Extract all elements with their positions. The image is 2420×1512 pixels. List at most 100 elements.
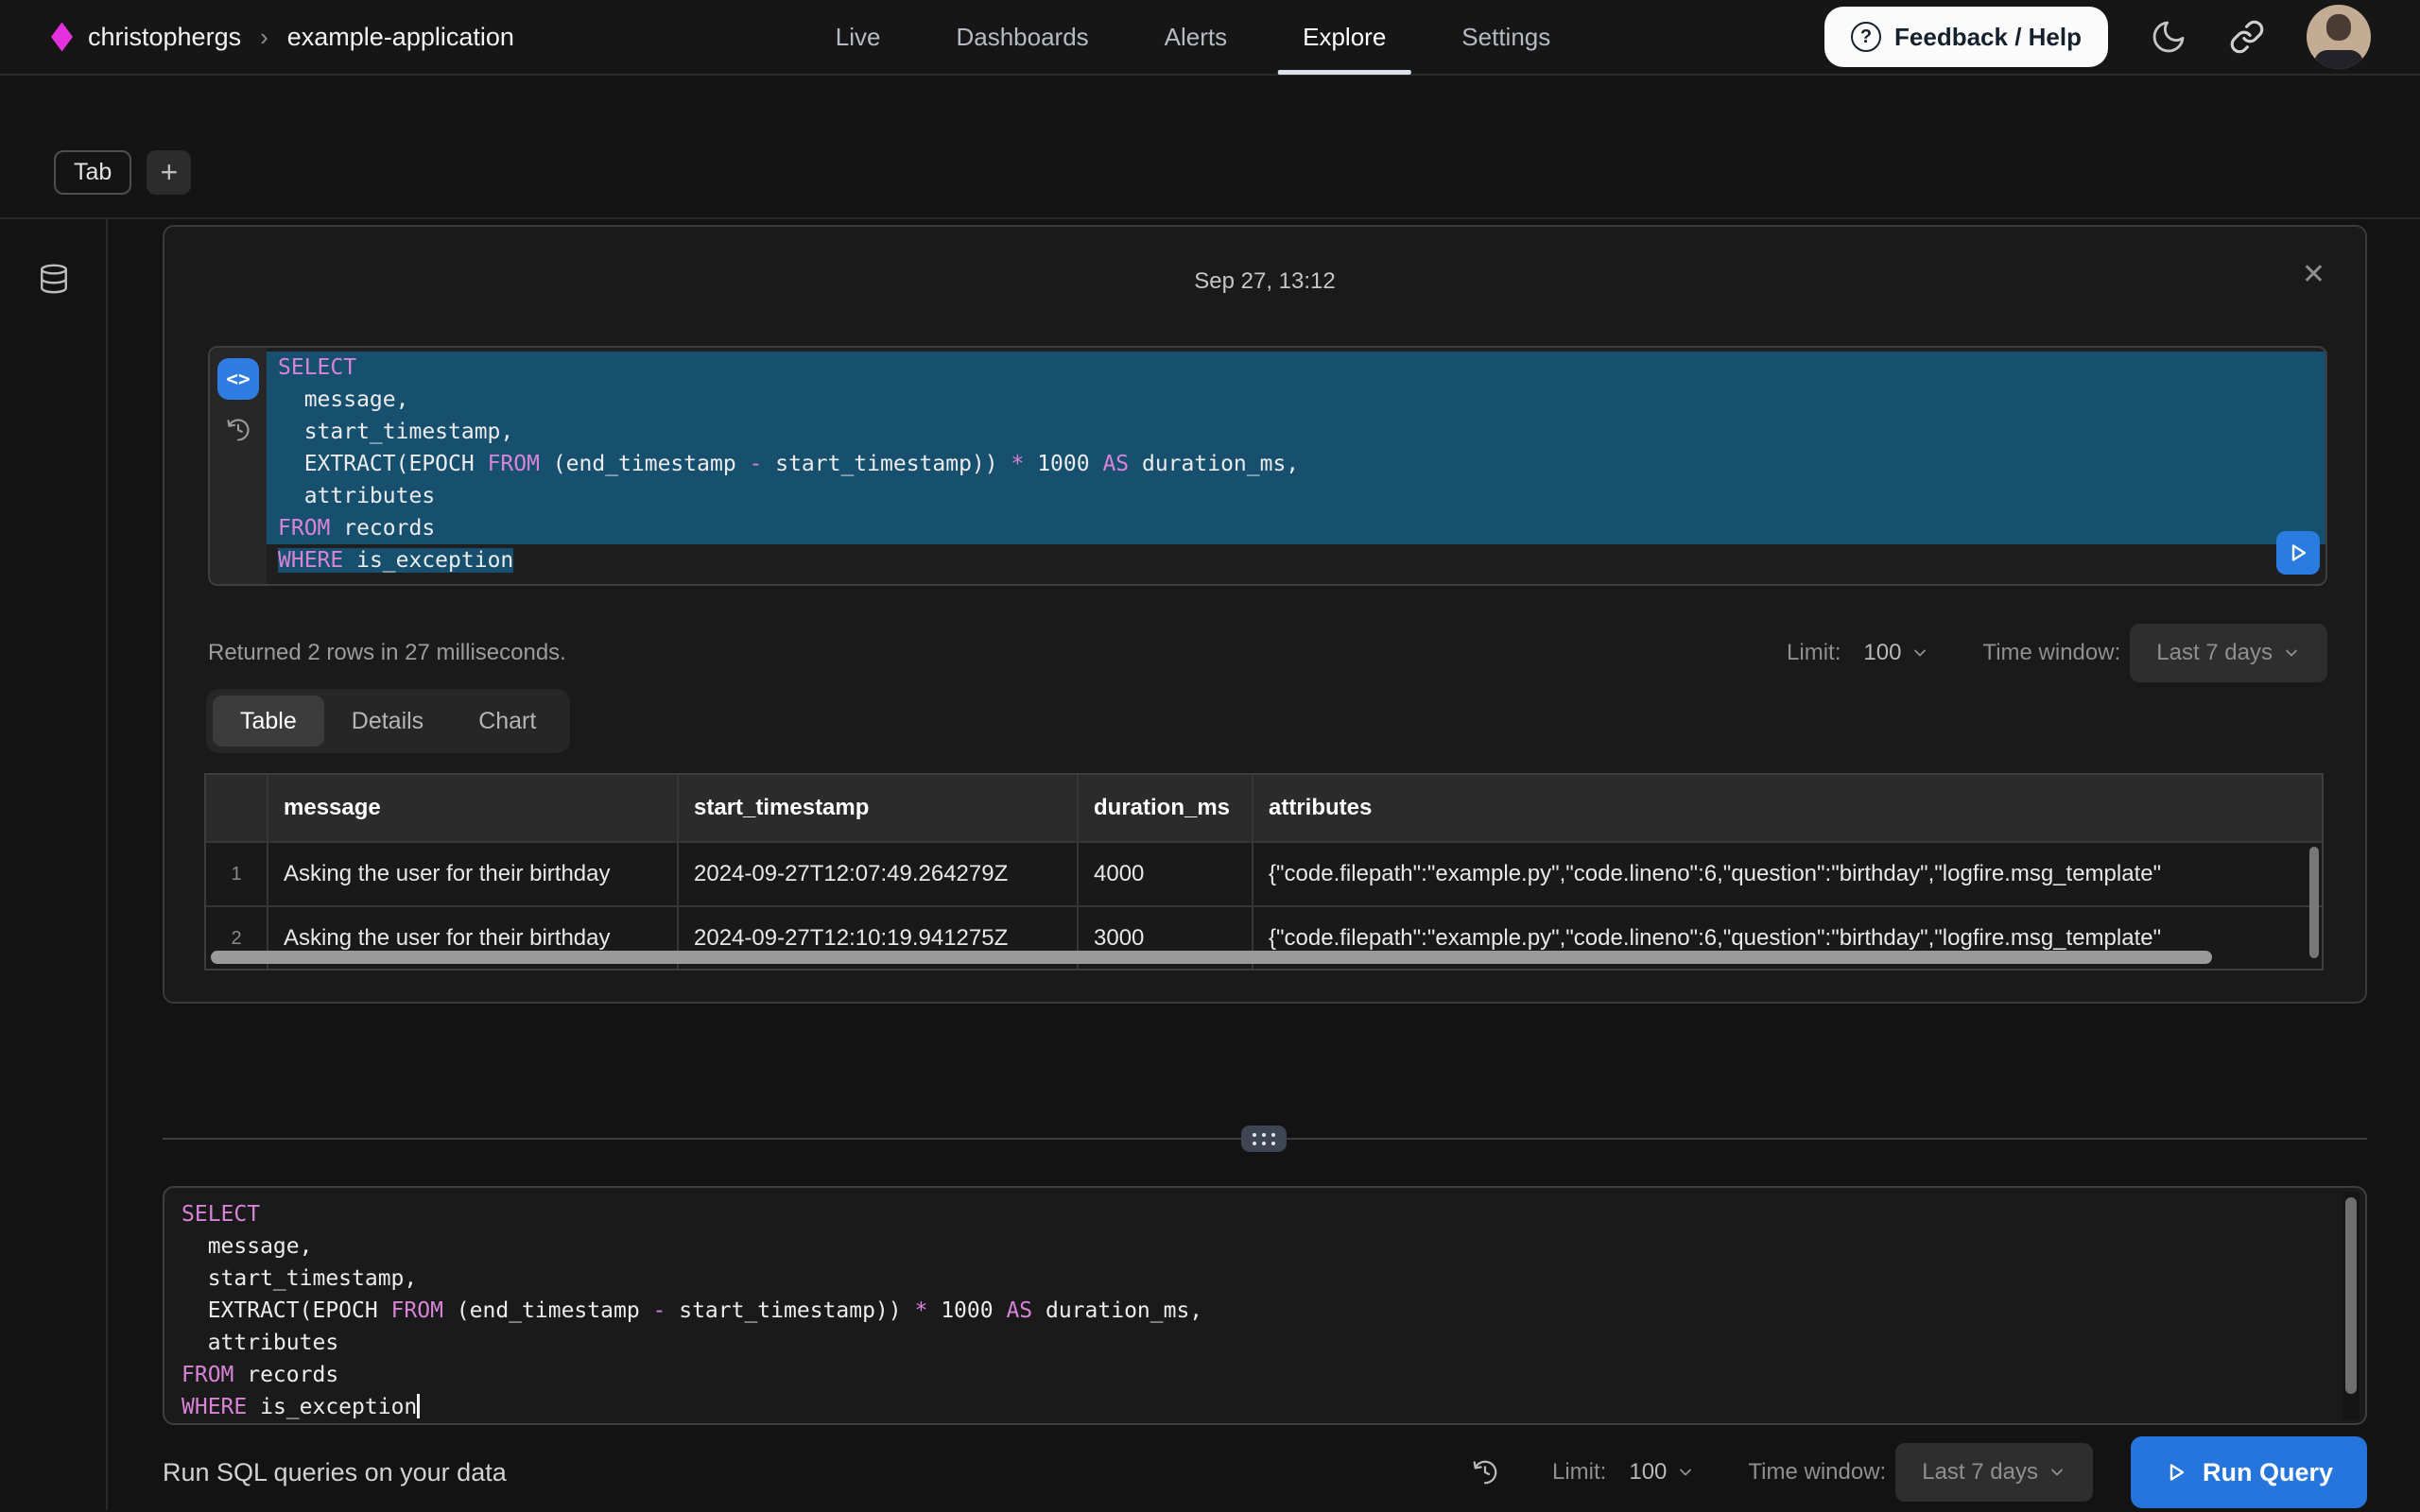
query-tabbar: Tab + — [0, 76, 2420, 219]
sql-line: SELECT — [267, 352, 2325, 384]
nav-item-alerts[interactable]: Alerts — [1165, 0, 1227, 75]
add-tab-button[interactable]: + — [147, 150, 191, 195]
left-sidebar — [0, 219, 108, 1510]
executed-sql-code[interactable]: SELECT message, start_timestamp, EXTRACT… — [267, 348, 2325, 584]
run-query-label: Run Query — [2203, 1458, 2333, 1487]
column-header-message: message — [268, 775, 679, 841]
top-navbar: christophergs › example-application Live… — [0, 0, 2420, 76]
play-icon — [2165, 1461, 2187, 1484]
breadcrumb: christophergs › example-application — [38, 23, 514, 52]
sql-line: attributes — [170, 1327, 2365, 1359]
table-row[interactable]: 1Asking the user for their birthday2024-… — [206, 841, 2322, 905]
editor-scrollbar-thumb[interactable] — [2345, 1197, 2357, 1394]
sql-line: message, — [170, 1230, 2365, 1263]
time-window-value: Last 7 days — [2156, 640, 2273, 666]
help-circle-icon: ? — [1851, 22, 1881, 52]
sql-line: FROM records — [170, 1359, 2365, 1391]
main-panel: Sep 27, 13:12 ✕ <> SELECT message, start… — [108, 219, 2420, 1510]
history-icon[interactable] — [225, 417, 251, 443]
result-meta-row: Returned 2 rows in 27 milliseconds. Limi… — [208, 624, 2327, 682]
limit-dropdown[interactable]: 100 — [1863, 640, 1929, 666]
sql-editor-code[interactable]: SELECT message, start_timestamp, EXTRACT… — [164, 1188, 2365, 1423]
result-summary: Returned 2 rows in 27 milliseconds. — [208, 640, 566, 666]
sql-line: FROM records — [267, 512, 2325, 544]
sql-line: WHERE is_exception — [170, 1391, 2365, 1423]
sql-line: attributes — [267, 480, 2325, 512]
close-icon[interactable]: ✕ — [2302, 261, 2325, 289]
time-window-label: Time window: — [1748, 1459, 1886, 1486]
time-window-label: Time window: — [1982, 640, 2120, 666]
view-tab-details[interactable]: Details — [324, 696, 451, 747]
resize-handle[interactable] — [1241, 1125, 1287, 1152]
sql-selection: WHERE is_exception — [278, 548, 513, 573]
rerun-query-play-button[interactable] — [2276, 531, 2320, 575]
query-tab[interactable]: Tab — [54, 150, 131, 195]
editor-hint: Run SQL queries on your data — [163, 1458, 507, 1487]
row-number: 1 — [206, 843, 268, 905]
limit-label: Limit: — [1787, 640, 1841, 666]
editor-action-bar: Run SQL queries on your data Limit: 100 … — [163, 1435, 2367, 1510]
query-result-card: Sep 27, 13:12 ✕ <> SELECT message, start… — [163, 225, 2367, 1004]
sql-line: EXTRACT(EPOCH FROM (end_timestamp - star… — [170, 1295, 2365, 1327]
text-cursor — [417, 1394, 420, 1418]
run-query-button[interactable]: Run Query — [2131, 1436, 2367, 1508]
horizontal-scrollbar[interactable] — [211, 951, 2212, 964]
nav-item-label: Live — [836, 23, 881, 52]
sql-editor[interactable]: SELECT message, start_timestamp, EXTRACT… — [163, 1186, 2367, 1425]
query-history-icon[interactable] — [1471, 1458, 1499, 1486]
feedback-help-label: Feedback / Help — [1894, 23, 2082, 52]
theme-toggle-moon-icon[interactable] — [2150, 18, 2187, 56]
logfire-logo-icon[interactable] — [51, 23, 73, 52]
share-link-icon[interactable] — [2229, 19, 2265, 55]
navbar-actions: ? Feedback / Help — [1824, 5, 2371, 69]
nav-item-explore[interactable]: Explore — [1303, 0, 1386, 75]
breadcrumb-org[interactable]: christophergs — [88, 23, 241, 52]
avatar-silhouette-body — [2314, 50, 2363, 69]
breadcrumb-project[interactable]: example-application — [287, 23, 514, 52]
sql-line: start_timestamp, — [170, 1263, 2365, 1295]
table-corner-cell — [206, 775, 268, 841]
chevron-down-icon — [1676, 1463, 1695, 1482]
nav-item-settings[interactable]: Settings — [1461, 0, 1550, 75]
avatar-silhouette — [2326, 14, 2351, 41]
nav-item-dashboards[interactable]: Dashboards — [956, 0, 1088, 75]
breadcrumb-separator-icon: › — [256, 23, 272, 52]
sql-gutter: <> — [210, 348, 267, 584]
table-cell-message[interactable]: Asking the user for their birthday — [268, 843, 679, 905]
nav-item-live[interactable]: Live — [836, 0, 881, 75]
code-toggle-button[interactable]: <> — [217, 358, 259, 400]
time-window-dropdown[interactable]: Last 7 days — [2130, 624, 2327, 682]
nav-item-label: Alerts — [1165, 23, 1227, 52]
result-view-tabs: TableDetailsChart — [206, 689, 570, 753]
editor-actions: Limit: 100 Time window: Last 7 days Run … — [1471, 1436, 2367, 1508]
column-header-attributes: attributes — [1253, 775, 2322, 841]
limit-value: 100 — [1629, 1459, 1667, 1486]
table-cell-attributes[interactable]: {"code.filepath":"example.py","code.line… — [1253, 843, 2322, 905]
table-header-row: messagestart_timestampduration_msattribu… — [206, 775, 2322, 841]
sql-line: SELECT — [170, 1198, 2365, 1230]
active-tab-underline — [1278, 70, 1410, 75]
table-cell-start_timestamp[interactable]: 2024-09-27T12:07:49.264279Z — [679, 843, 1079, 905]
view-tab-table[interactable]: Table — [213, 696, 324, 747]
executed-sql-block: <> SELECT message, start_timestamp, EXTR… — [208, 346, 2327, 586]
table-cell-duration_ms[interactable]: 4000 — [1079, 843, 1253, 905]
time-window-dropdown[interactable]: Last 7 days — [1895, 1443, 2093, 1502]
column-header-start_timestamp: start_timestamp — [679, 775, 1079, 841]
vertical-scrollbar[interactable] — [2309, 847, 2319, 958]
query-timestamp: Sep 27, 13:12 — [164, 268, 2365, 295]
nav-item-label: Settings — [1461, 23, 1550, 52]
limit-dropdown[interactable]: 100 — [1629, 1459, 1695, 1486]
sql-line: start_timestamp, — [267, 416, 2325, 448]
feedback-help-button[interactable]: ? Feedback / Help — [1824, 7, 2108, 67]
limit-value: 100 — [1863, 640, 1901, 666]
user-avatar[interactable] — [2307, 5, 2371, 69]
column-header-duration_ms: duration_ms — [1079, 775, 1253, 841]
primary-nav: Live Dashboards Alerts Explore Settings — [836, 0, 1550, 75]
view-tab-chart[interactable]: Chart — [451, 696, 563, 747]
result-controls: Limit: 100 Time window: Last 7 days — [1787, 624, 2327, 682]
nav-item-label: Dashboards — [956, 23, 1088, 52]
limit-label: Limit: — [1552, 1459, 1606, 1486]
explore-workspace: Sep 27, 13:12 ✕ <> SELECT message, start… — [0, 219, 2420, 1510]
chevron-down-icon — [2048, 1463, 2066, 1482]
database-schema-icon[interactable] — [38, 263, 70, 295]
